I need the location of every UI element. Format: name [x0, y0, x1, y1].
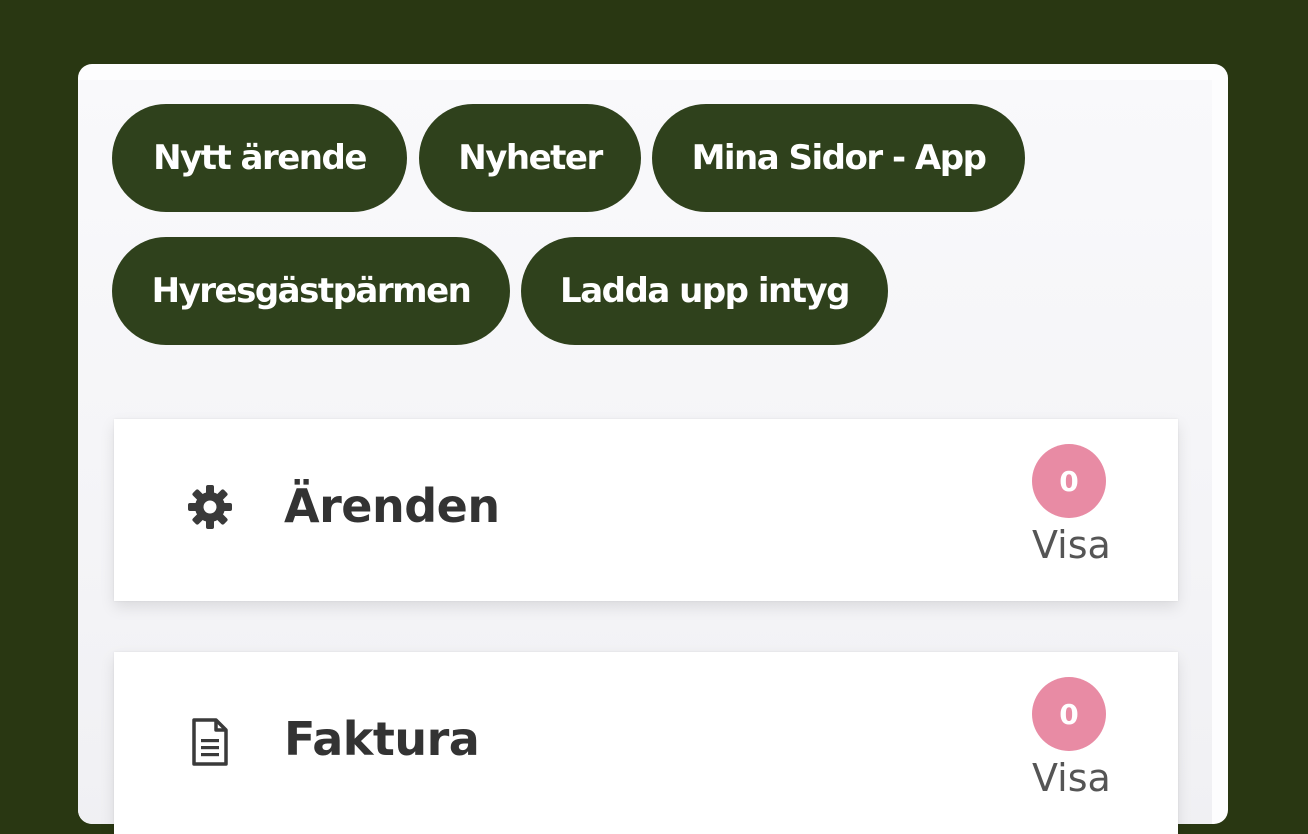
- quick-link-news-button[interactable]: Nyheter: [419, 104, 641, 212]
- quick-link-my-pages-app-button[interactable]: Mina Sidor - App: [652, 104, 1025, 212]
- cases-count-badge: 0: [1032, 444, 1106, 518]
- quick-link-upload-certificate-button[interactable]: Ladda upp intyg: [521, 237, 888, 345]
- cases-card[interactable]: Ärenden 0 Visa: [114, 419, 1178, 601]
- gear-icon: [184, 479, 236, 535]
- document-icon: [184, 714, 236, 770]
- quick-link-new-case-button[interactable]: Nytt ärende: [112, 104, 407, 212]
- cases-title: Ärenden: [284, 479, 500, 533]
- invoice-title: Faktura: [284, 712, 480, 766]
- invoice-card[interactable]: Faktura 0 Visa: [114, 652, 1178, 834]
- cases-show-link[interactable]: Visa: [1032, 523, 1111, 567]
- invoice-show-link[interactable]: Visa: [1032, 756, 1111, 800]
- quick-link-tenant-binder-button[interactable]: Hyresgästpärmen: [112, 237, 510, 345]
- invoice-count-badge: 0: [1032, 677, 1106, 751]
